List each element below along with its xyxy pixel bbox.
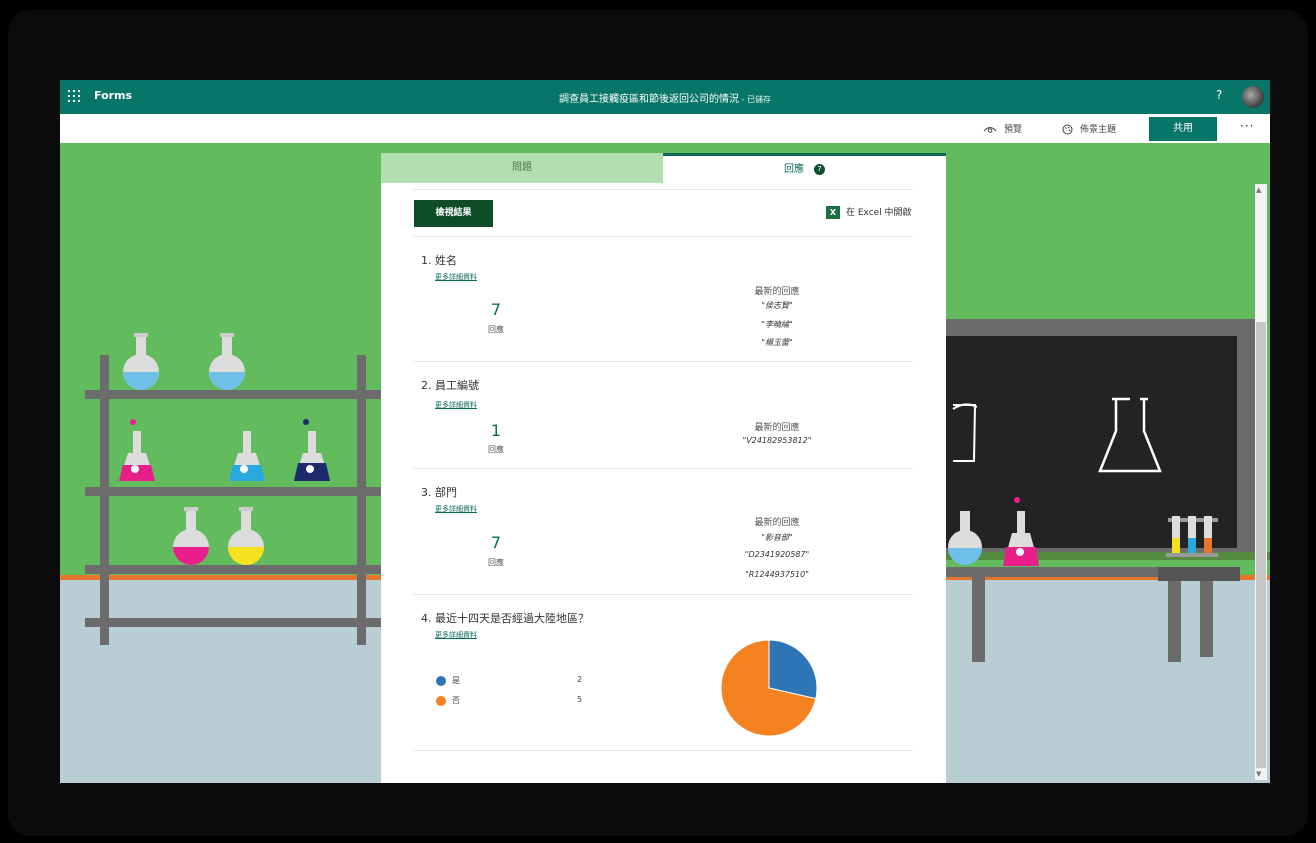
latest-responses-label: 最新的回應: [754, 423, 800, 433]
eye-icon: [983, 127, 997, 133]
divider: [413, 750, 913, 751]
divider: [413, 236, 913, 237]
more-details-link[interactable]: 更多詳細資料: [435, 272, 477, 282]
form-title-text: 調查員工接觸疫區和節後返回公司的情況: [559, 94, 739, 105]
view-results-button[interactable]: 檢視結果: [414, 200, 493, 227]
response-count-label: 回應: [488, 558, 504, 567]
palette-icon: [1062, 124, 1073, 135]
excel-icon: X: [826, 206, 840, 219]
theme-label: 佈景主題: [1080, 125, 1117, 135]
scroll-down-icon[interactable]: ▼: [1256, 770, 1261, 778]
question-title: 1. 姓名: [421, 254, 457, 267]
latest-response: "侯志賢": [761, 301, 793, 310]
divider: [413, 189, 913, 190]
app-header: Forms 調查員工接觸疫區和節後返回公司的情況 - 已儲存 ?: [60, 80, 1270, 114]
preview-button[interactable]: 預覽: [983, 122, 1022, 135]
legend-marker: [436, 676, 446, 686]
scrollbar-thumb[interactable]: [1256, 322, 1266, 768]
legend-label: 否: [452, 696, 460, 705]
latest-responses-label: 最新的回應: [754, 518, 800, 528]
saved-status: - 已儲存: [739, 95, 771, 104]
more-details-link[interactable]: 更多詳細資料: [435, 630, 477, 640]
open-in-excel-label: 在 Excel 中開啟: [846, 208, 912, 218]
open-in-excel-button[interactable]: X 在 Excel 中開啟: [826, 205, 912, 219]
legend-count: 2: [577, 675, 583, 684]
question-title: 3. 部門: [421, 486, 457, 499]
more-details-link[interactable]: 更多詳細資料: [435, 400, 477, 410]
response-count-label: 回應: [488, 325, 504, 334]
legend-marker: [436, 696, 446, 706]
latest-response: "李曉綸": [761, 320, 793, 329]
latest-response: "楊玉蕾": [761, 338, 793, 347]
tab-responses-label: 回應: [784, 164, 804, 175]
latest-response: "V24182953812": [742, 436, 812, 445]
divider: [413, 594, 913, 595]
theme-button[interactable]: 佈景主題: [1062, 122, 1116, 135]
tab-bar: 問題 回應 7: [381, 153, 946, 183]
response-count-label: 回應: [488, 445, 504, 454]
screen: Forms 調查員工接觸疫區和節後返回公司的情況 - 已儲存 ? 預覽 佈景主題…: [60, 80, 1270, 783]
question-title: 4. 最近十四天是否經過大陸地區？: [421, 612, 589, 625]
command-bar: 預覽 佈景主題 共用 ···: [60, 114, 1270, 144]
tab-responses[interactable]: 回應 7: [663, 153, 946, 183]
pie-chart: [720, 639, 818, 737]
tab-questions[interactable]: 問題: [381, 153, 663, 183]
latest-response: "R1244937510": [745, 570, 809, 579]
scroll-up-icon[interactable]: ▲: [1256, 186, 1261, 194]
response-count: 1: [490, 421, 502, 440]
latest-response: "影音部": [761, 533, 793, 542]
responses-panel: 問題 回應 7 檢視結果 X在 Excel 中開啟 1. 姓名 更多詳細資料 7 …: [381, 153, 946, 783]
legend-count: 5: [577, 695, 583, 704]
latest-responses-label: 最新的回應: [754, 287, 800, 297]
response-count: 7: [490, 533, 502, 552]
more-options-icon[interactable]: ···: [1240, 119, 1254, 133]
more-details-link[interactable]: 更多詳細資料: [435, 504, 477, 514]
share-button[interactable]: 共用: [1149, 117, 1217, 141]
latest-response: "D2341920587": [744, 550, 810, 559]
help-icon[interactable]: ?: [1216, 88, 1222, 102]
question-title: 2. 員工編號: [421, 379, 479, 392]
response-count-badge: 7: [814, 163, 825, 175]
divider: [413, 468, 913, 469]
form-title: 調查員工接觸疫區和節後返回公司的情況 - 已儲存: [60, 90, 1270, 105]
divider: [413, 361, 913, 362]
response-count: 7: [490, 300, 502, 319]
legend-label: 是: [452, 676, 460, 685]
preview-label: 預覽: [1004, 125, 1023, 135]
avatar[interactable]: [1242, 86, 1264, 108]
